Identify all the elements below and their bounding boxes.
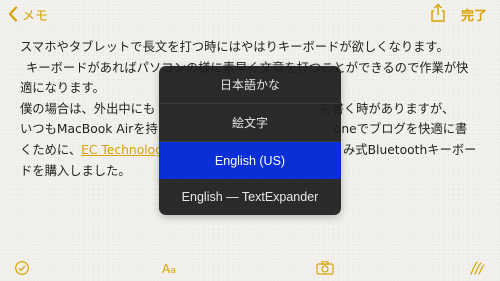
done-button[interactable]: 完了	[461, 5, 487, 24]
navigation-bar: メモ 完了	[0, 0, 500, 30]
back-label: メモ	[22, 8, 49, 24]
svg-text:a: a	[171, 266, 177, 276]
keyboard-selector-menu: 日本語かな 絵文字 English (US) English — TextExp…	[159, 66, 341, 215]
menu-item-emoji[interactable]: 絵文字	[159, 104, 341, 141]
chevron-left-icon	[8, 6, 18, 22]
bottom-toolbar: A a	[0, 256, 500, 281]
menu-item-english-us[interactable]: English (US)	[159, 142, 341, 179]
ec-technology-link[interactable]: EC Technolog	[81, 143, 163, 157]
text-format-icon[interactable]: A a	[162, 260, 180, 276]
camera-icon[interactable]	[316, 260, 334, 276]
share-icon[interactable]	[429, 3, 447, 23]
menu-item-japanese-kana[interactable]: 日本語かな	[159, 66, 341, 103]
checklist-icon[interactable]	[13, 260, 31, 276]
back-button[interactable]: メモ	[8, 3, 48, 25]
note-line: スマホやタブレットで長文を打つ時にはやはりキーボードが欲しくなります。	[20, 40, 449, 54]
menu-item-english-textexpander[interactable]: English — TextExpander	[159, 178, 341, 215]
sketch-icon[interactable]	[469, 260, 487, 276]
